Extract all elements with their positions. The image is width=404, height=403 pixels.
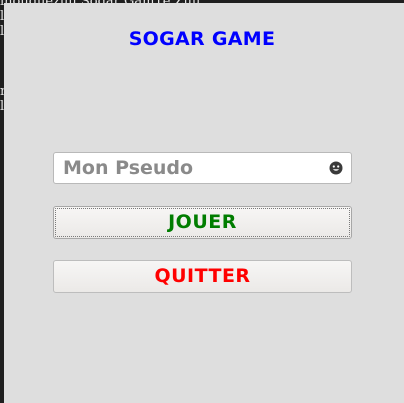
play-button[interactable]: JOUER bbox=[53, 206, 352, 239]
pseudo-field[interactable] bbox=[53, 152, 352, 184]
emoji-icon[interactable] bbox=[329, 161, 343, 175]
quit-button[interactable]: QUITTER bbox=[53, 260, 352, 293]
pseudo-input[interactable] bbox=[54, 153, 324, 183]
game-title: SOGAR GAME bbox=[128, 28, 276, 50]
game-window: SOGAR GAME JOUER QUITTER bbox=[4, 3, 404, 403]
